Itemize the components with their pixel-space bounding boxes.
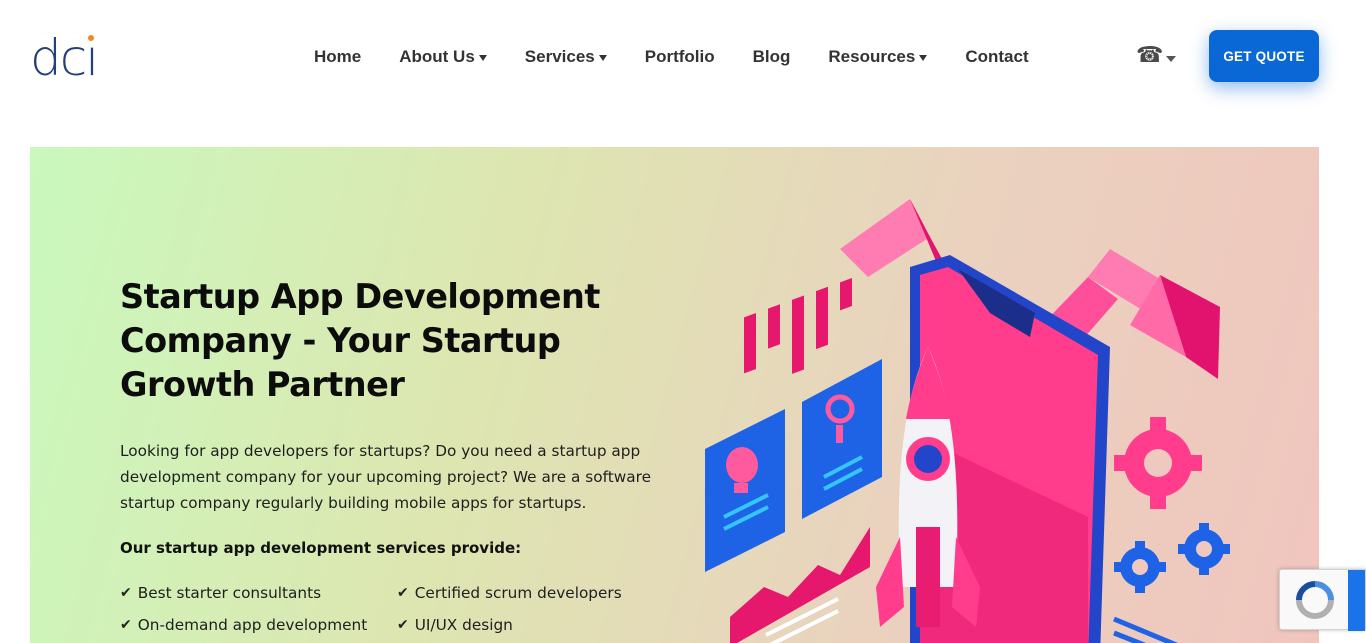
nav-label: About Us	[399, 47, 475, 66]
startup-rocket-illustration	[705, 199, 1230, 643]
feature-label: Certified scrum developers	[414, 584, 622, 602]
nav-label: Blog	[752, 47, 791, 66]
nav-label: Portfolio	[644, 47, 715, 66]
idea-card-graphic	[705, 409, 785, 572]
recaptcha-badge[interactable]	[1279, 569, 1366, 631]
hero-section: Startup App Development Company - Your S…	[30, 147, 1319, 643]
nav-label: Home	[314, 47, 362, 66]
site-header: dci Home About Us Services Portfolio Blo…	[0, 0, 1366, 112]
check-icon: ✔	[120, 585, 132, 601]
feature-item: ✔ Certified scrum developers	[397, 584, 622, 602]
logo-text: dci	[30, 29, 99, 87]
nav-resources[interactable]: Resources	[828, 47, 928, 67]
nav-portfolio[interactable]: Portfolio	[645, 47, 715, 67]
nav-about-us[interactable]: About Us	[399, 47, 487, 67]
caret-down-icon	[1166, 56, 1177, 62]
hero-description: Looking for app developers for startups?…	[120, 442, 651, 512]
services-heading: Our startup app development services pro…	[120, 539, 522, 557]
feature-item: ✔ Best starter consultants	[120, 584, 321, 602]
check-icon: ✔	[397, 585, 409, 601]
feature-item: ✔ UI/UX design	[397, 616, 513, 634]
check-icon: ✔	[397, 617, 409, 633]
recaptcha-icon	[1296, 581, 1334, 619]
gear-icon	[1114, 417, 1202, 509]
nav-blog[interactable]: Blog	[753, 47, 791, 67]
phone-dropdown[interactable]: ☎	[1136, 43, 1177, 68]
logo[interactable]: dci	[30, 29, 99, 87]
get-quote-button[interactable]: GET QUOTE	[1209, 30, 1319, 82]
caret-down-icon	[478, 54, 487, 61]
gear-icon	[1178, 523, 1230, 575]
feature-label: UI/UX design	[414, 616, 513, 634]
nav-contact[interactable]: Contact	[965, 47, 1028, 67]
gear-icon	[1114, 541, 1166, 593]
recaptcha-side-bar	[1348, 570, 1365, 631]
feature-label: Best starter consultants	[137, 584, 322, 602]
caret-down-icon	[919, 54, 928, 61]
feature-item: ✔ On-demand app development	[120, 616, 367, 634]
phone-icon: ☎	[1136, 43, 1164, 68]
main-nav: Home About Us Services Portfolio Blog Re…	[314, 46, 1067, 68]
check-icon: ✔	[120, 617, 132, 633]
nav-services[interactable]: Services	[525, 47, 607, 67]
bar-chart-graphic	[744, 278, 852, 374]
caret-down-icon	[598, 54, 607, 61]
nav-label: Services	[524, 47, 595, 66]
nav-label: Resources	[828, 47, 916, 66]
search-card-graphic	[802, 359, 882, 519]
hero-title: Startup App Development Company - Your S…	[120, 277, 600, 404]
nav-label: Contact	[965, 47, 1029, 66]
stripes-graphic	[1113, 616, 1179, 643]
nav-home[interactable]: Home	[314, 47, 361, 67]
feature-label: On-demand app development	[137, 616, 368, 634]
